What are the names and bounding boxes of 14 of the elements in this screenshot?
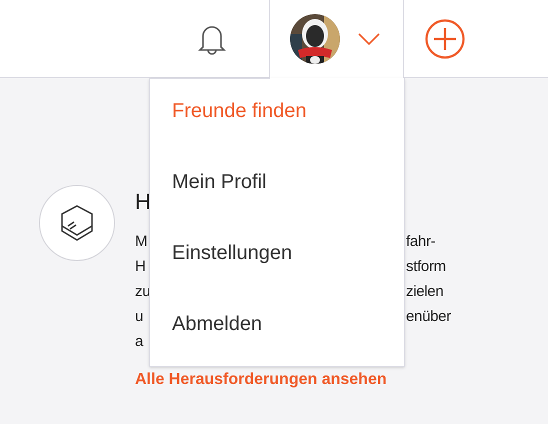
add-icon[interactable] [425,18,465,58]
dropdown-chevron-icon[interactable] [358,32,380,46]
description-text: a [135,332,144,352]
menu-item[interactable]: Abmelden [172,309,262,339]
menu-item[interactable]: Einstellungen [172,238,292,268]
challenge-title: H [135,188,151,216]
description-text: stform [406,257,446,277]
description-text: u [135,307,144,327]
description-text: zielen [406,282,444,302]
description-text: enüber [406,307,451,327]
description-text: fahr- [406,232,436,252]
menu-item[interactable]: Mein Profil [172,167,266,197]
description-text: M [135,232,148,252]
description-text: H [135,257,146,277]
